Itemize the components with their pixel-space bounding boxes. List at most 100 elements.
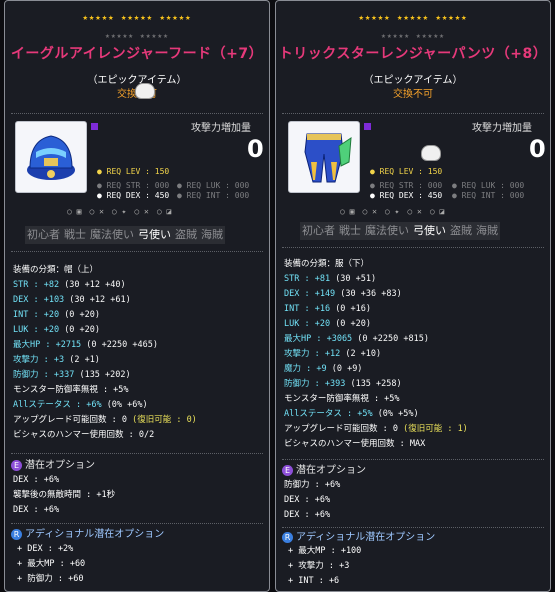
req-int: ● REQ INT : 000: [452, 191, 525, 200]
item-icon-box: [288, 121, 360, 193]
divider: [11, 251, 263, 252]
stat-luk: LUK : +20 (0 +20): [13, 325, 101, 335]
additional-line-3: + INT : +6: [288, 576, 340, 586]
job-beginner: 初心者: [27, 228, 60, 241]
job-list: 初心者 戦士 魔法使い 弓使い 盗賊 海賊: [25, 226, 225, 244]
epic-badge-icon: [91, 123, 98, 130]
flag-icon: ○ ◪: [429, 207, 445, 216]
potential-grade-icon: E: [11, 459, 22, 471]
job-warrior: 戦士: [339, 224, 361, 237]
potential-line-2: 襲撃後の無敵時間 : +1秒: [13, 490, 116, 500]
stat-attack: 攻撃力 : +3 (2 +1): [13, 355, 100, 365]
flag-icon: ○ ✕: [362, 207, 377, 216]
stat-ignore-def: モンスター防御率無視 : +5%: [284, 394, 400, 404]
star-force-stars: ★★★★★ ★★★★★ ★★★★★: [358, 13, 468, 23]
divider: [11, 453, 263, 454]
additional-grade-icon: R: [282, 531, 293, 543]
trade-status: 交換不可: [393, 89, 433, 100]
star-force-stars: ★★★★★ ★★★★★ ★★★★★: [82, 13, 192, 23]
req-str: ● REQ STR : 000: [97, 181, 170, 190]
job-list: 初心者 戦士 魔法使い 弓使い 盗賊 海賊: [300, 222, 500, 240]
attack-increase-label: 攻撃力増加量: [191, 123, 251, 134]
req-dex: ● REQ DEX : 450: [97, 191, 170, 200]
divider: [282, 527, 544, 528]
stat-upgrades: アップグレード可能回数 : 0 (復旧可能 : 0): [13, 415, 197, 425]
item-tooltip-right: ★★★★★ ★★★★★ ★★★★★ ★★★★★ ★★★★★ トリックスターレンジ…: [275, 0, 551, 592]
flag-icon: ○ ◪: [156, 207, 172, 216]
item-icon-box: [15, 121, 87, 193]
stat-str: STR : +81 (30 +51): [284, 274, 377, 284]
attack-increase-value: 0: [529, 135, 546, 163]
stat-type: 装備の分類：服（下）: [284, 259, 370, 269]
req-luk: ● REQ LUK : 000: [177, 181, 250, 190]
potential-line-1: 防御力 : +6%: [284, 480, 341, 490]
stat-luk: LUK : +20 (0 +20): [284, 319, 372, 329]
stat-allstat: Allステータス : +6% (0% +6%): [13, 400, 148, 410]
epic-badge-icon: [364, 123, 371, 130]
potential-line-3: DEX : +6%: [284, 510, 331, 520]
additional-potential-title: R アディショナル潜在オプション: [11, 528, 164, 541]
potential-line-3: DEX : +6%: [13, 505, 60, 515]
flag-icon: ○ ✦: [384, 207, 400, 216]
flag-icon: ○ ✕: [134, 207, 149, 216]
flag-icon: ○ ✦: [111, 207, 127, 216]
stat-maxhp: 最大HP : +2715 (0 +2250 +465): [13, 340, 158, 350]
stat-hammer: ビシャスのハンマー使用回数 : 0/2: [13, 430, 155, 440]
stat-maxhp: 最大HP : +3065 (0 +2250 +815): [284, 334, 429, 344]
req-int: ● REQ INT : 000: [177, 191, 250, 200]
potential-title: E 潜在オプション: [11, 459, 95, 472]
item-name: トリックスターレンジャーパンツ（+8）: [278, 46, 548, 62]
stat-type: 装備の分類：帽（上）: [13, 265, 99, 275]
divider: [11, 523, 263, 524]
additional-line-2: + 攻撃力 : +3: [288, 561, 350, 571]
stat-str: STR : +82 (30 +12 +40): [13, 280, 126, 290]
stat-int: INT : +16 (0 +16): [284, 304, 372, 314]
stat-magic: 魔力 : +9 (0 +9): [284, 364, 363, 374]
additional-potential-title: R アディショナル潜在オプション: [282, 531, 435, 544]
star-force-stars-empty: ★★★★★ ★★★★★: [381, 31, 445, 40]
divider: [11, 113, 263, 114]
cursor-hand-icon: [421, 145, 441, 161]
stat-int: INT : +20 (0 +20): [13, 310, 101, 320]
job-warrior: 戦士: [64, 228, 86, 241]
flag-icon: ○ ✕: [89, 207, 104, 216]
flag-icon: ○ ▣: [67, 207, 82, 216]
stat-hammer: ビシャスのハンマー使用回数 : MAX: [284, 439, 426, 449]
potential-line-1: DEX : +6%: [13, 475, 60, 485]
potential-line-2: DEX : +6%: [284, 495, 331, 505]
pants-icon: [304, 133, 352, 183]
stat-dex: DEX : +103 (30 +12 +61): [13, 295, 131, 305]
attack-increase-value: 0: [247, 135, 264, 163]
flag-icon: ○ ✕: [407, 207, 422, 216]
item-grade: （エピックアイテム）: [87, 75, 187, 86]
req-level: ● REQ LEV : 150: [97, 167, 170, 176]
job-magician: 魔法使い: [90, 228, 134, 241]
stat-dex: DEX : +149 (30 +36 +83): [284, 289, 402, 299]
stat-ignore-def: モンスター防御率無視 : +5%: [13, 385, 129, 395]
potential-title: E 潜在オプション: [282, 464, 366, 477]
cursor-hand-icon: [135, 83, 155, 99]
attack-increase-label: 攻撃力増加量: [472, 123, 532, 134]
stat-upgrades: アップグレード可能回数 : 0 (復旧可能 : 1): [284, 424, 468, 434]
additional-line-1: + DEX : +2%: [17, 544, 74, 554]
divider: [282, 113, 544, 114]
item-grade: （エピックアイテム）: [363, 75, 463, 86]
item-tooltip-left: ★★★★★ ★★★★★ ★★★★★ ★★★★★ ★★★★★ イーグルアイレンジャ…: [4, 0, 270, 592]
job-pirate: 海賊: [201, 228, 223, 241]
stat-defense: 防御力 : +393 (135 +258): [284, 379, 402, 389]
req-level: ● REQ LEV : 150: [370, 167, 443, 176]
job-thief: 盗賊: [175, 228, 197, 241]
potential-grade-icon: E: [282, 464, 293, 476]
stat-allstat: Allステータス : +5% (0% +5%): [284, 409, 419, 419]
req-luk: ● REQ LUK : 000: [452, 181, 525, 190]
stat-defense: 防御力 : +337 (135 +202): [13, 370, 131, 380]
flag-icon: ○ ▣: [340, 207, 355, 216]
job-bowman: 弓使い: [413, 224, 446, 237]
additional-line-2: + 最大MP : +60: [17, 559, 86, 569]
req-dex: ● REQ DEX : 450: [370, 191, 443, 200]
job-bowman: 弓使い: [138, 228, 171, 241]
flag-row: ○ ▣ ○ ✕ ○ ✦ ○ ✕ ○ ◪: [340, 207, 452, 216]
additional-grade-icon: R: [11, 528, 22, 540]
divider: [282, 247, 544, 248]
divider: [282, 459, 544, 460]
